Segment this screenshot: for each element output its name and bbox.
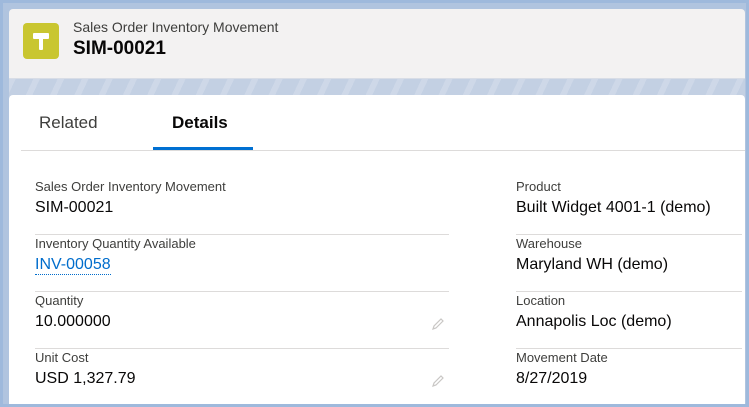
object-type-label: Sales Order Inventory Movement bbox=[73, 19, 279, 35]
field-unit-cost: Unit Cost USD 1,327.79 bbox=[35, 350, 449, 404]
field-label: Movement Date bbox=[516, 350, 608, 365]
field-label: Inventory Quantity Available bbox=[35, 236, 196, 251]
pencil-edit-icon[interactable] bbox=[431, 374, 445, 388]
tab-related[interactable]: Related bbox=[39, 113, 98, 133]
field-movement-name: Sales Order Inventory Movement SIM-00021 bbox=[35, 179, 449, 235]
field-value: Built Widget 4001-1 (demo) bbox=[516, 199, 711, 216]
inventory-link[interactable]: INV-00058 bbox=[35, 256, 111, 275]
field-label: Location bbox=[516, 293, 566, 308]
field-value: USD 1,327.79 bbox=[35, 370, 136, 387]
record-page: Sales Order Inventory Movement SIM-00021… bbox=[0, 0, 749, 407]
field-label: Product bbox=[516, 179, 561, 194]
hammer-icon bbox=[23, 23, 59, 59]
field-label: Unit Cost bbox=[35, 350, 89, 365]
record-header: Sales Order Inventory Movement SIM-00021 bbox=[9, 9, 745, 79]
field-label: Quantity bbox=[35, 293, 84, 308]
field-inventory-quantity-available: Inventory Quantity Available INV-00058 bbox=[35, 236, 449, 292]
record-title: SIM-00021 bbox=[73, 38, 166, 59]
field-label: Sales Order Inventory Movement bbox=[35, 179, 226, 194]
record-detail-card: Related Details Sales Order Inventory Mo… bbox=[9, 95, 745, 404]
field-value: 8/27/2019 bbox=[516, 370, 588, 387]
field-product: Product Built Widget 4001-1 (demo) bbox=[516, 179, 742, 235]
active-tab-indicator bbox=[153, 147, 253, 150]
field-value: SIM-00021 bbox=[35, 199, 114, 216]
field-location: Location Annapolis Loc (demo) bbox=[516, 293, 742, 349]
field-value: Maryland WH (demo) bbox=[516, 256, 669, 273]
tab-details[interactable]: Details bbox=[172, 113, 228, 133]
field-value: 10.000000 bbox=[35, 313, 111, 330]
field-label: Warehouse bbox=[516, 236, 582, 251]
tab-bar: Related Details bbox=[21, 95, 745, 151]
field-value: Annapolis Loc (demo) bbox=[516, 313, 672, 330]
field-warehouse: Warehouse Maryland WH (demo) bbox=[516, 236, 742, 292]
field-movement-date: Movement Date 8/27/2019 bbox=[516, 350, 742, 404]
pencil-edit-icon[interactable] bbox=[431, 317, 445, 331]
field-quantity: Quantity 10.000000 bbox=[35, 293, 449, 349]
